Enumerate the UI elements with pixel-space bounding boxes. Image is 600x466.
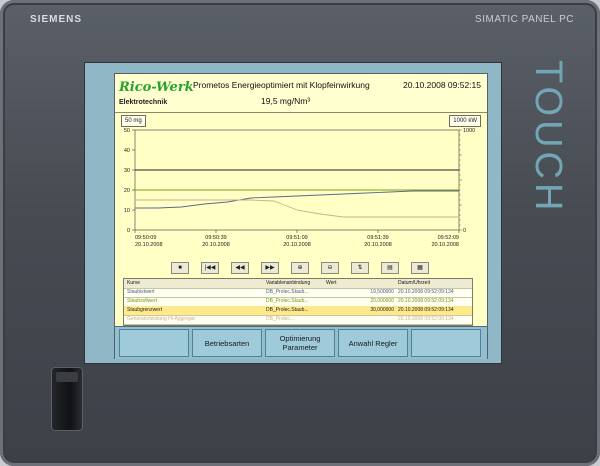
left-axis-tick-label: 40 [124, 148, 130, 154]
cell-datum: 20.10.2008 09:52:09:134 [398, 316, 454, 322]
cell-datum: 20.10.2008 09:52:09:134 [398, 298, 454, 304]
left-axis-tick-label: 30 [124, 168, 130, 174]
left-axis-tick-label: 50 [124, 128, 130, 134]
datetime-display: 20.10.2008 09:52:15 [403, 80, 481, 90]
function-key-5[interactable] [411, 329, 481, 357]
hmi-screen: Rico-Werk Elektrotechnik Prometos Energi… [114, 73, 488, 359]
ruler-button[interactable]: ⇅ [351, 262, 369, 274]
company-subtitle: Elektrotechnik [119, 99, 168, 106]
function-key-1[interactable] [119, 329, 189, 357]
optimierung-parameter-button[interactable]: Optimierung Parameter [265, 329, 335, 357]
cell-datum: 20.10.2008 09:52:09:134 [398, 289, 454, 295]
drive-door-handle [52, 368, 82, 430]
left-axis-tick-label: 20 [124, 188, 130, 194]
cell-kurve: Staubistwert [127, 289, 155, 295]
config-button[interactable]: ▦ [411, 262, 429, 274]
x-axis-date-label: 20.10.2008 [202, 242, 230, 248]
cell-variable: DB_Prolec... [266, 316, 295, 322]
cell-wert: 19,500000 [370, 289, 394, 295]
x-axis-time-label: 09:50:09 [135, 235, 156, 241]
trend-value-table: Kurve Variablenanbindung Wert Datum/Uhrz… [123, 278, 473, 326]
trend-chart[interactable]: 504030201001000009:50:0920.10.200809:50:… [115, 122, 487, 262]
forward-button[interactable]: ▶▶ [261, 262, 279, 274]
export-button[interactable]: ▤ [381, 262, 399, 274]
cell-kurve: Staubsollwert [127, 298, 158, 304]
column-header-kurve: Kurve [127, 280, 141, 286]
zoom-in-button[interactable]: ⊕ [291, 262, 309, 274]
function-key-bar: Betriebsarten Optimierung Parameter Anwahl… [115, 326, 487, 359]
cell-wert: 30,000000 [370, 307, 394, 313]
trend-toolbar: ■ |◀◀ ◀◀ ▶▶ ⊕ ⊖ ⇅ ▤ ▦ [171, 262, 431, 274]
company-logo: Rico-Werk [119, 80, 194, 95]
cell-variable: DB_Prolec.Staub... [266, 307, 309, 313]
x-axis-date-label: 20.10.2008 [135, 242, 163, 248]
column-header-variable: Variablenanbindung [266, 280, 311, 286]
x-axis-time-label: 09:51:39 [367, 235, 388, 241]
x-axis-time-label: 09:50:39 [205, 235, 226, 241]
current-value: 19,5 mg/Nm³ [261, 96, 311, 106]
x-axis-time-label: 09:51:09 [286, 235, 307, 241]
rewind-button[interactable]: ◀◀ [231, 262, 249, 274]
x-axis-date-label: 20.10.2008 [364, 242, 392, 248]
touch-label: TOUCH [527, 60, 569, 215]
cell-variable: DB_Prolec.Staub... [266, 298, 309, 304]
stop-button[interactable]: ■ [171, 262, 189, 274]
screen-header: Rico-Werk Elektrotechnik Prometos Energi… [115, 74, 487, 113]
x-axis-time-label: 09:52:09 [438, 235, 459, 241]
cell-kurve: Staubgrenzwert [127, 307, 163, 313]
betriebsarten-button[interactable]: Betriebsarten [192, 329, 262, 357]
cell-wert: 20,000000 [370, 298, 394, 304]
brand-logo: SIEMENS [30, 14, 83, 25]
cell-kurve: Generatorleistung Hi-Aggregat [127, 316, 195, 322]
page-title: Prometos Energieoptimiert mit Klopfeinwi… [193, 80, 370, 90]
table-row[interactable]: Generatorleistung Hi-Aggregat DB_Prolec..… [124, 315, 472, 325]
handle-tab [56, 372, 78, 382]
x-axis-date-label: 20.10.2008 [431, 242, 459, 248]
right-axis-tick-label: 0 [463, 228, 466, 234]
column-header-wert: Wert [326, 280, 337, 286]
column-header-datum: Datum/Uhrzeit [398, 280, 430, 286]
plot-area [134, 129, 460, 231]
zoom-out-button[interactable]: ⊖ [321, 262, 339, 274]
first-button[interactable]: |◀◀ [201, 262, 219, 274]
left-axis-tick-label: 0 [127, 228, 130, 234]
anwahl-regler-button[interactable]: Anwahl Regler [338, 329, 408, 357]
x-axis-date-label: 20.10.2008 [283, 242, 311, 248]
cell-datum: 20.10.2008 09:52:09:134 [398, 307, 454, 313]
cell-variable: DB_Prolec.Staub... [266, 289, 309, 295]
right-axis-tick-label: 1000 [463, 128, 475, 134]
model-label: SIMATIC PANEL PC [475, 14, 574, 25]
left-axis-tick-label: 10 [124, 208, 130, 214]
